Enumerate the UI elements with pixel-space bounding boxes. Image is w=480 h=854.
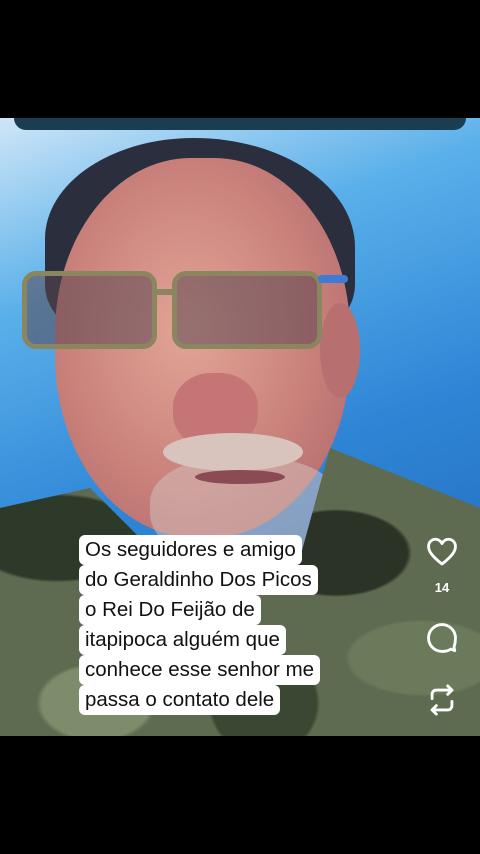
person-mouth [195, 470, 285, 484]
like-button[interactable] [418, 532, 466, 572]
person-mustache [163, 433, 303, 471]
top-black-bar [0, 0, 480, 118]
caption-line: Os seguidores e amigo [79, 535, 302, 565]
comment-bubble-icon [427, 623, 457, 653]
glasses-temple [318, 275, 348, 283]
person-glasses [22, 263, 348, 353]
caption-line: o Rei Do Feijão de [79, 595, 261, 625]
glasses-right-lens [172, 271, 322, 349]
caption-line: do Geraldinho Dos Picos [79, 565, 318, 595]
person-ear [320, 303, 360, 398]
repost-button[interactable] [418, 680, 466, 720]
caption-line: passa o contato dele [79, 685, 281, 715]
bottom-black-bar [0, 736, 480, 854]
caption-line: itapipoca alguém que [79, 625, 286, 655]
heart-icon [427, 537, 457, 566]
repost-icon [430, 684, 454, 716]
comment-button[interactable] [418, 618, 466, 658]
glasses-left-lens [22, 271, 157, 349]
post-caption: Os seguidores e amigo do Geraldinho Dos … [79, 535, 409, 715]
video-top-edge [14, 118, 466, 130]
like-count: 14 [434, 580, 450, 595]
caption-line: conhece esse senhor me [79, 655, 321, 685]
